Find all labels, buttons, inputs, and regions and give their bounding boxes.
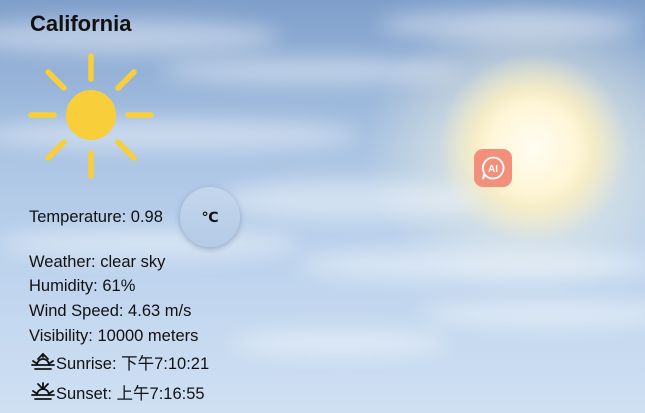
ai-assistant-button[interactable]: AI [474, 149, 512, 187]
cloud-streak [420, 300, 645, 328]
temperature-unit-label: ℃ [201, 208, 219, 225]
ai-badge-label: AI [488, 164, 498, 175]
cloud-streak [160, 58, 460, 84]
humidity-text: Humidity: 61% [29, 277, 136, 295]
cloud-streak [230, 330, 450, 356]
sunset-row: Sunset: 上午7:16:55 [30, 381, 205, 404]
cloud-streak [380, 10, 640, 40]
cloud-streak [300, 248, 645, 282]
ai-chat-icon: AI [482, 156, 505, 180]
wind-speed-text: Wind Speed: 4.63 m/s [29, 302, 192, 320]
weather-description: Weather: clear sky [29, 253, 166, 271]
cloud-streak [220, 180, 480, 220]
temperature-text: Temperature: 0.98 [29, 208, 163, 226]
temperature-unit-button[interactable]: ℃ [180, 187, 240, 247]
sunrise-text: Sunrise: 下午7:10:21 [56, 355, 210, 373]
sunrise-icon [31, 352, 55, 370]
sunset-icon [31, 382, 55, 400]
sun-icon [28, 53, 154, 179]
sunset-text: Sunset: 上午7:16:55 [56, 385, 205, 403]
visibility-text: Visibility: 10000 meters [29, 327, 199, 345]
weather-app-screen: California Temperature: 0.98 ℃ Weather: … [0, 0, 645, 413]
sunrise-row: Sunrise: 下午7:10:21 [30, 351, 209, 374]
city-name: California [30, 11, 132, 36]
